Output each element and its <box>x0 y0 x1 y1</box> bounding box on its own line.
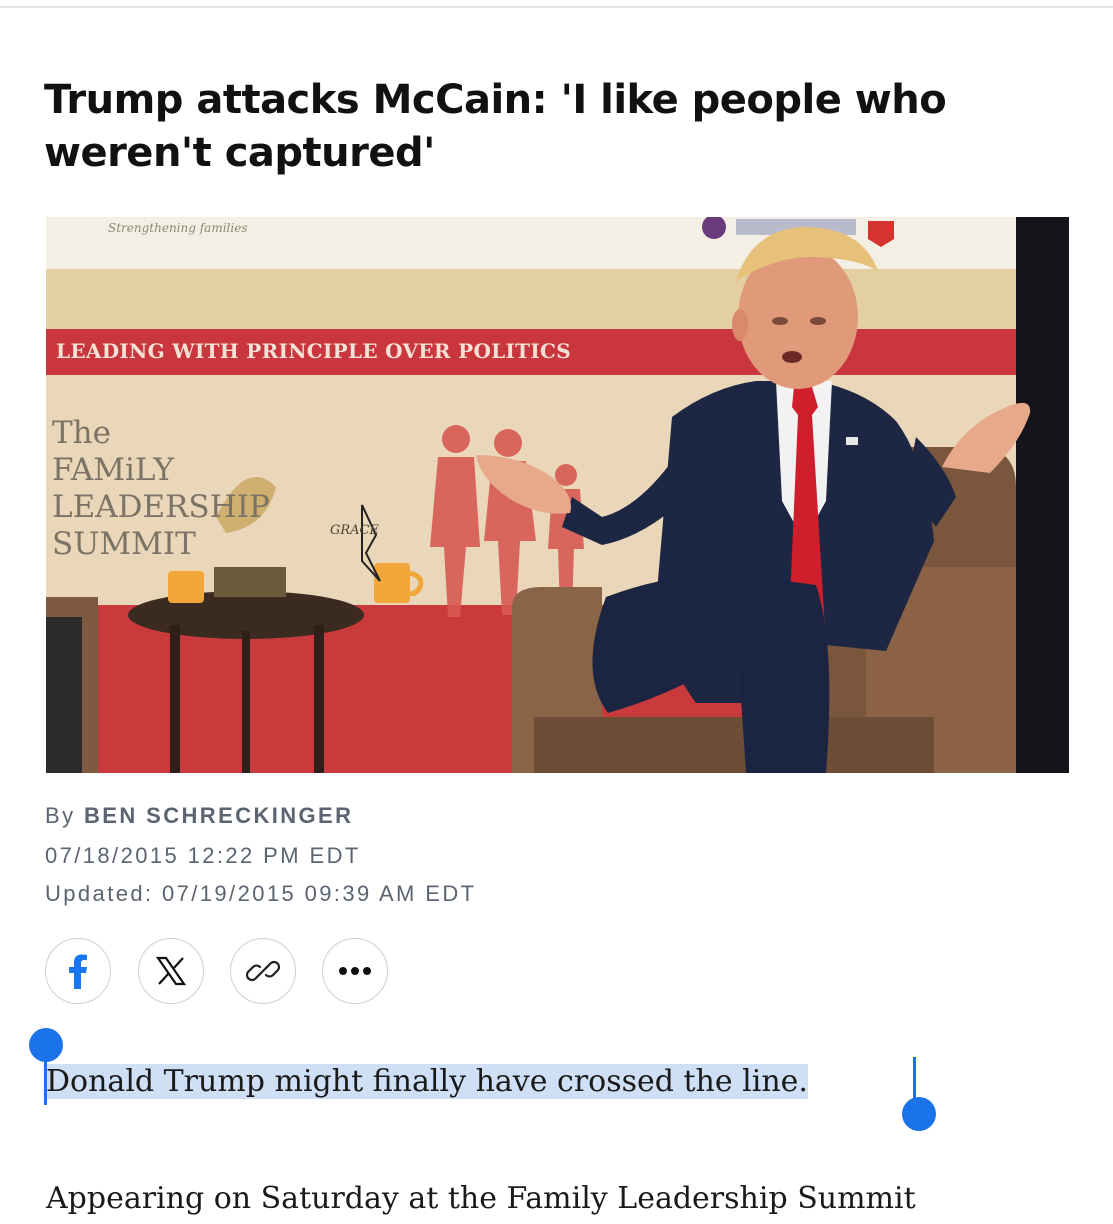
publish-date: 07/18/2015 12:22 PM EDT <box>45 843 361 868</box>
x-icon <box>155 956 187 986</box>
photo-award-text: GRACE <box>330 523 379 538</box>
selected-text[interactable]: Donald Trump might finally have crossed … <box>46 1064 808 1099</box>
photo-backdrop-tagline: Strengthening families <box>108 221 248 235</box>
copy-link-button[interactable] <box>230 938 296 1004</box>
facebook-icon <box>69 954 87 989</box>
article-headline: Trump attacks McCain: 'I like people who… <box>44 77 947 176</box>
share-x-button[interactable] <box>138 938 204 1004</box>
more-options-button[interactable] <box>322 938 388 1004</box>
more-icon <box>339 967 371 975</box>
top-divider <box>0 6 1113 8</box>
article-first-paragraph[interactable]: Donald Trump might finally have crossed … <box>46 1057 808 1107</box>
article-photo[interactable]: Strengthening families LEADING WITH PRIN… <box>46 217 1069 773</box>
selection-end-handle[interactable] <box>902 1097 936 1131</box>
share-facebook-button[interactable] <box>45 938 111 1004</box>
byline-prefix: By <box>45 803 76 828</box>
updated-date: Updated: 07/19/2015 09:39 AM EDT <box>45 881 477 906</box>
selection-start-caret <box>44 1057 47 1105</box>
byline: By BEN SCHRECKINGER <box>45 803 353 829</box>
author-name[interactable]: BEN SCHRECKINGER <box>84 803 353 828</box>
article-second-paragraph: Appearing on Saturday at the Family Lead… <box>46 1181 916 1216</box>
link-icon <box>246 960 280 982</box>
photo-banner-text: LEADING WITH PRINCIPLE OVER POLITICS <box>56 339 571 363</box>
photo-summit-logo-text: The FAMiLY LEADERSHIP SUMMIT <box>52 415 270 562</box>
selection-start-handle[interactable] <box>29 1028 63 1062</box>
